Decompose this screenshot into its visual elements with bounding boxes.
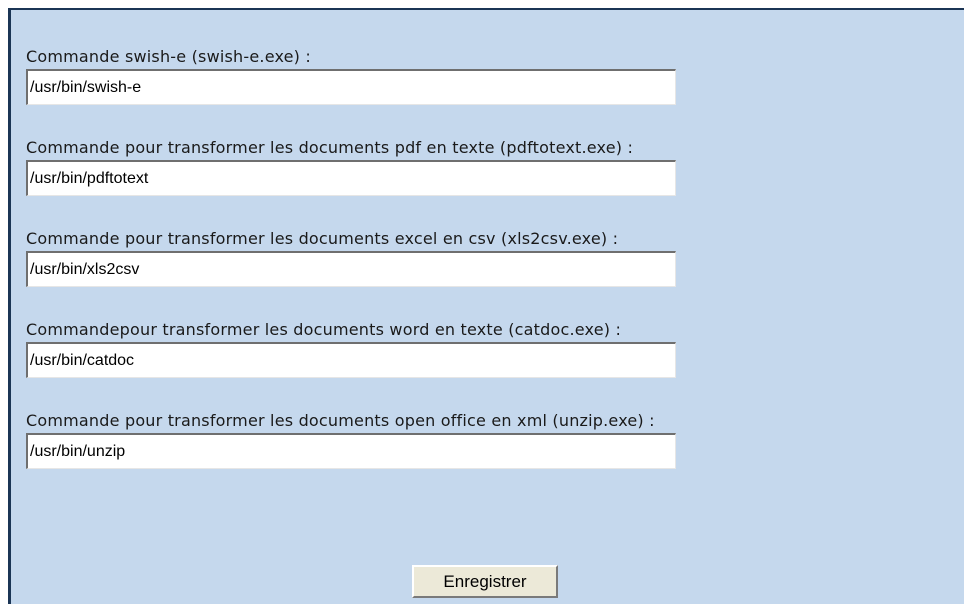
swish-e-input[interactable] xyxy=(26,69,676,105)
xls2csv-label: Commande pour transformer les documents … xyxy=(26,229,619,248)
swish-e-label: Commande swish-e (swish-e.exe) : xyxy=(26,47,312,66)
settings-panel: Commande swish-e (swish-e.exe) : Command… xyxy=(8,8,964,604)
save-button[interactable]: Enregistrer xyxy=(412,565,558,598)
xls2csv-field: Commande pour transformer les documents … xyxy=(26,227,676,287)
catdoc-label: Commandepour transformer les documents w… xyxy=(26,320,622,339)
catdoc-field: Commandepour transformer les documents w… xyxy=(26,318,676,378)
pdftotext-input[interactable] xyxy=(26,160,676,196)
unzip-field: Commande pour transformer les documents … xyxy=(26,409,676,469)
unzip-label: Commande pour transformer les documents … xyxy=(26,411,655,430)
pdftotext-label: Commande pour transformer les documents … xyxy=(26,138,634,157)
catdoc-input[interactable] xyxy=(26,342,676,378)
xls2csv-input[interactable] xyxy=(26,251,676,287)
pdftotext-field: Commande pour transformer les documents … xyxy=(26,136,676,196)
swish-e-field: Commande swish-e (swish-e.exe) : xyxy=(26,45,676,105)
unzip-input[interactable] xyxy=(26,433,676,469)
